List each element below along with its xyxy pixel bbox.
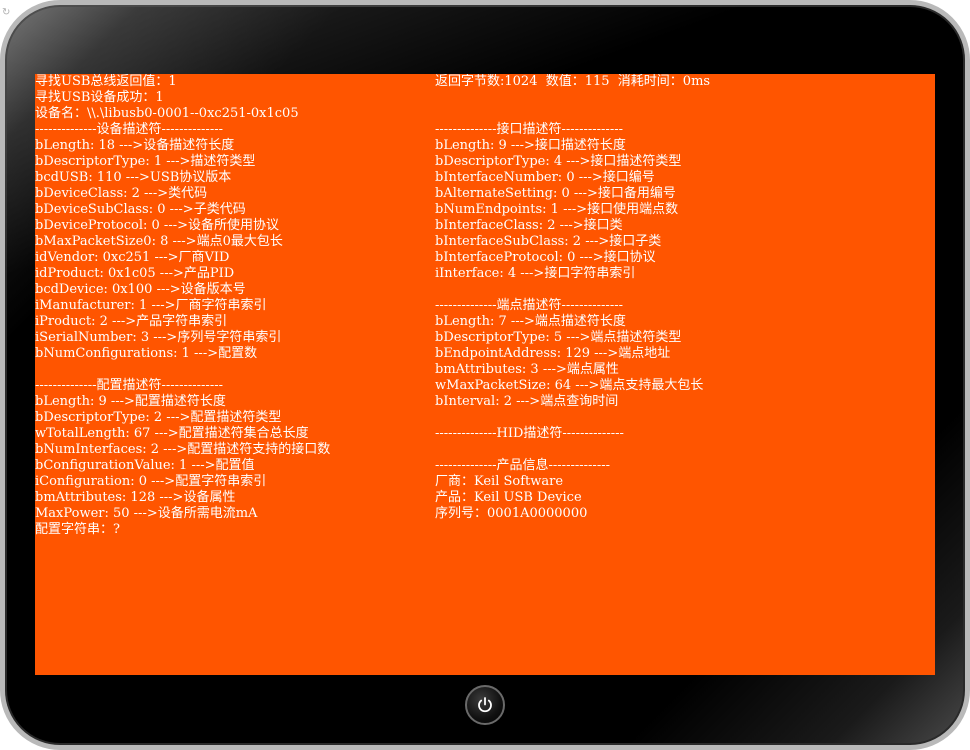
right-output-line: 厂商：Keil Software (435, 474, 564, 489)
device-screen: 寻找USB总线返回值：1 寻找USB设备成功：1 设备名：\\.\libusb0-0… (35, 74, 935, 675)
right-output-line: --------------HID描述符-------------- (435, 426, 624, 441)
right-output-line (435, 106, 930, 122)
right-output-line: bmAttributes: 3 --->端点属性 (435, 362, 619, 377)
left-output-line: bmAttributes: 128 --->设备属性 (35, 490, 236, 505)
right-output-line: iInterface: 4 --->接口字符串索引 (435, 266, 636, 281)
left-output-line: idVendor: 0xc251 --->厂商VID (35, 250, 230, 265)
left-output-line: bLength: 18 --->设备描述符长度 (35, 138, 235, 153)
left-output-line: idProduct: 0x1c05 --->产品PID (35, 266, 235, 281)
left-output-line: bMaxPacketSize0: 8 --->端点0最大包长 (35, 234, 283, 249)
right-output-line: bInterfaceNumber: 0 --->接口编号 (435, 170, 655, 185)
right-output-line: bEndpointAddress: 129 --->端点地址 (435, 346, 671, 361)
refresh-icon: ↻ (2, 7, 11, 18)
left-output-line: bDescriptorType: 2 --->配置描述符类型 (35, 410, 282, 425)
right-output-line: bDescriptorType: 5 --->端点描述符类型 (435, 330, 682, 345)
left-output-line: iProduct: 2 --->产品字符串索引 (35, 314, 228, 329)
right-output-line: bInterfaceProtocol: 0 --->接口协议 (435, 250, 656, 265)
left-output-line: bDeviceSubClass: 0 --->子类代码 (35, 202, 246, 217)
left-output-line: 设备名：\\.\libusb0-0001--0xc251-0x1c05 (35, 106, 299, 121)
left-output-line: MaxPower: 50 --->设备所需电流mA (35, 506, 258, 521)
home-button[interactable] (465, 685, 505, 725)
right-output-line: wMaxPacketSize: 64 --->端点支持最大包长 (435, 378, 704, 393)
left-output-line: bcdDevice: 0x100 --->设备版本号 (35, 282, 246, 297)
right-output-line: bLength: 9 --->接口描述符长度 (435, 138, 626, 153)
right-output-line (435, 410, 930, 426)
right-output-line: --------------产品信息-------------- (435, 458, 610, 473)
left-output-line: --------------配置描述符-------------- (35, 378, 223, 393)
left-output-line: --------------设备描述符-------------- (35, 122, 223, 137)
left-output-line: wTotalLength: 67 --->配置描述符集合总长度 (35, 426, 309, 441)
right-output-line: bLength: 7 --->端点描述符长度 (435, 314, 626, 329)
right-output-line: bInterval: 2 --->端点查询时间 (435, 394, 619, 409)
right-output-line (435, 282, 930, 298)
right-output-line (435, 90, 930, 106)
left-output-line (35, 362, 430, 378)
left-output-line: 寻找USB设备成功：1 (35, 90, 164, 105)
left-output-line: bDeviceClass: 2 --->类代码 (35, 186, 208, 201)
power-icon (478, 697, 492, 713)
left-output-column: 寻找USB总线返回值：1 寻找USB设备成功：1 设备名：\\.\libusb0-0… (35, 74, 430, 538)
right-output-line: --------------端点描述符-------------- (435, 298, 623, 313)
left-output-line: bLength: 9 --->配置描述符长度 (35, 394, 226, 409)
left-output-line: 配置字符串：? (35, 522, 120, 537)
right-output-line: --------------接口描述符-------------- (435, 122, 623, 137)
left-output-line: bNumConfigurations: 1 --->配置数 (35, 346, 258, 361)
left-output-line: bNumInterfaces: 2 --->配置描述符支持的接口数 (35, 442, 331, 457)
left-output-line: iSerialNumber: 3 --->序列号字符串索引 (35, 330, 282, 345)
right-output-line: bAlternateSetting: 0 --->接口备用编号 (435, 186, 676, 201)
right-output-column: 返回字节数:1024 数值：115 消耗时间：0ms --------------… (435, 74, 930, 522)
right-output-line: 序列号：0001A0000000 (435, 506, 588, 521)
left-output-line: bcdUSB: 110 --->USB协议版本 (35, 170, 232, 185)
left-output-line: bConfigurationValue: 1 --->配置值 (35, 458, 255, 473)
right-output-line: bDescriptorType: 4 --->接口描述符类型 (435, 154, 682, 169)
right-output-line: bInterfaceSubClass: 2 --->接口子类 (435, 234, 662, 249)
right-output-line: 产品：Keil USB Device (435, 490, 582, 505)
left-output-line: iManufacturer: 1 --->厂商字符串索引 (35, 298, 267, 313)
right-output-line: bNumEndpoints: 1 --->接口使用端点数 (435, 202, 679, 217)
left-output-line: bDescriptorType: 1 --->描述符类型 (35, 154, 256, 169)
left-output-line: bDeviceProtocol: 0 --->设备所使用协议 (35, 218, 280, 233)
right-output-line: bInterfaceClass: 2 --->接口类 (435, 218, 623, 233)
left-output-line: iConfiguration: 0 --->配置字符串索引 (35, 474, 267, 489)
left-output-line: 寻找USB总线返回值：1 (35, 74, 177, 89)
right-output-line (435, 442, 930, 458)
right-output-line: 返回字节数:1024 数值：115 消耗时间：0ms (435, 74, 711, 89)
